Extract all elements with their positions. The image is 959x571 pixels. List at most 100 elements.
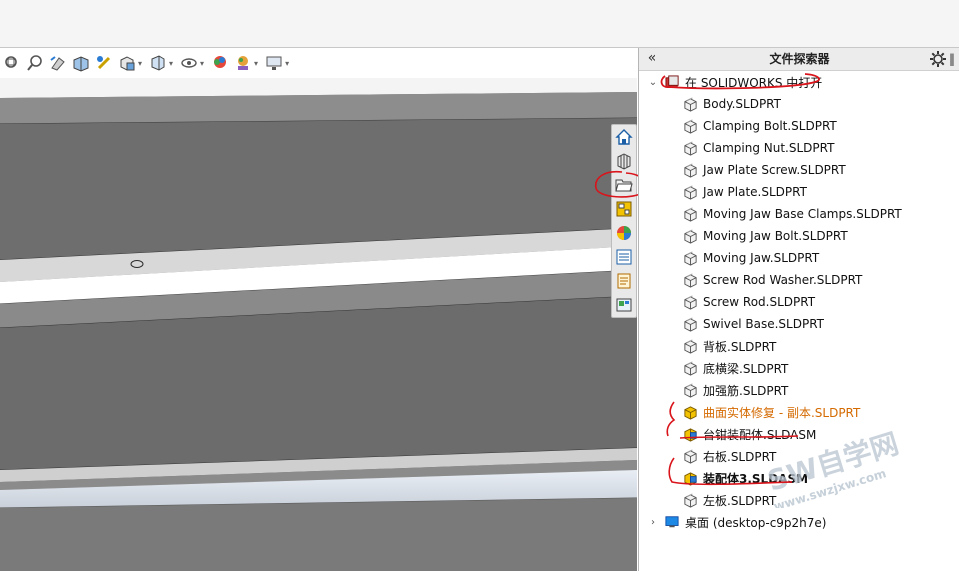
part-file-icon bbox=[681, 96, 699, 112]
chevron-down-icon[interactable]: ▾ bbox=[138, 59, 142, 68]
tree-file-label: Clamping Bolt.SLDPRT bbox=[703, 119, 837, 133]
chevron-down-icon[interactable]: ⌄ bbox=[647, 76, 659, 88]
tree-file-label: 底横梁.SLDPRT bbox=[703, 361, 789, 376]
tree-file-item[interactable]: 装配体3.SLDASM bbox=[639, 467, 959, 489]
home-icon[interactable] bbox=[613, 126, 635, 148]
tree-file-item[interactable]: 底横梁.SLDPRT bbox=[639, 357, 959, 379]
graphics-area[interactable] bbox=[0, 78, 637, 571]
tree-file-item[interactable]: Screw Rod Washer.SLDPRT bbox=[639, 269, 959, 291]
panel-header: « 文件探索器 ‖ bbox=[639, 48, 959, 71]
chevron-right-icon[interactable]: › bbox=[647, 516, 659, 528]
custom-properties-icon[interactable] bbox=[613, 246, 635, 268]
tree-file-item[interactable]: Clamping Bolt.SLDPRT bbox=[639, 115, 959, 137]
tree-file-label: Body.SLDPRT bbox=[703, 97, 781, 111]
zoom-area-icon[interactable] bbox=[26, 54, 44, 72]
tree-file-item[interactable]: 右板.SLDPRT bbox=[639, 445, 959, 467]
zoom-fit-icon[interactable] bbox=[3, 54, 21, 72]
edit-appearance-icon[interactable] bbox=[180, 54, 198, 72]
file-explorer-icon[interactable] bbox=[613, 174, 635, 196]
tree-file-label: Jaw Plate.SLDPRT bbox=[703, 185, 807, 199]
part-file-icon bbox=[681, 184, 699, 200]
part-file-icon bbox=[681, 272, 699, 288]
previous-view-icon[interactable] bbox=[49, 54, 67, 72]
tree-file-label: 台钳装配体.SLDASM bbox=[703, 427, 817, 442]
part-file-icon bbox=[681, 338, 699, 354]
ribbon-area bbox=[0, 0, 959, 48]
solidworks-resources-icon[interactable] bbox=[613, 294, 635, 316]
tree-file-item[interactable]: 背板.SLDPRT bbox=[639, 335, 959, 357]
desktop-icon bbox=[663, 514, 681, 530]
part-file-icon bbox=[681, 294, 699, 310]
tree-file-label: Swivel Base.SLDPRT bbox=[703, 317, 825, 331]
panel-title: 文件探索器 bbox=[769, 52, 830, 66]
chevron-down-icon[interactable]: ▾ bbox=[200, 59, 204, 68]
tree-desktop[interactable]: › 桌面 (desktop-c9p2h7e) bbox=[639, 511, 959, 533]
tree-root-label: 在 SOLIDWORKS 中打开 bbox=[685, 75, 823, 90]
pin-button[interactable]: ‖ bbox=[949, 50, 959, 68]
tree-file-item[interactable]: Moving Jaw Bolt.SLDPRT bbox=[639, 225, 959, 247]
tree-file-item[interactable]: Moving Jaw.SLDPRT bbox=[639, 247, 959, 269]
part-file-icon bbox=[681, 360, 699, 376]
tree-file-item[interactable]: Jaw Plate.SLDPRT bbox=[639, 181, 959, 203]
part-file-icon bbox=[681, 118, 699, 134]
tree-file-item[interactable]: Moving Jaw Base Clamps.SLDPRT bbox=[639, 203, 959, 225]
tree-file-label: 左板.SLDPRT bbox=[703, 493, 777, 508]
part-file-icon bbox=[681, 382, 699, 398]
tree-file-label: 背板.SLDPRT bbox=[703, 339, 777, 354]
part-file-icon bbox=[681, 228, 699, 244]
file-explorer-panel: « 文件探索器 ‖ ⌄ 在 SOLIDWORKS 中打开 Body.SLDPRT… bbox=[638, 48, 959, 571]
monitor-icon[interactable] bbox=[265, 54, 283, 72]
hide-show-icon[interactable] bbox=[149, 54, 167, 72]
tree-file-label: Screw Rod Washer.SLDPRT bbox=[703, 273, 863, 287]
part-file-icon bbox=[681, 250, 699, 266]
tree-file-item[interactable]: Swivel Base.SLDPRT bbox=[639, 313, 959, 335]
forum-icon[interactable] bbox=[613, 270, 635, 292]
part-file-icon bbox=[681, 206, 699, 222]
file-tree: ⌄ 在 SOLIDWORKS 中打开 Body.SLDPRT Clamping B… bbox=[639, 71, 959, 533]
assembly-file-icon bbox=[681, 470, 699, 486]
tree-root-open-in-solidworks[interactable]: ⌄ 在 SOLIDWORKS 中打开 bbox=[639, 71, 959, 93]
tree-file-item[interactable]: Screw Rod.SLDPRT bbox=[639, 291, 959, 313]
tree-file-label: 加强筋.SLDPRT bbox=[703, 383, 789, 398]
design-library-icon[interactable] bbox=[613, 150, 635, 172]
display-style-icon[interactable] bbox=[118, 54, 136, 72]
tree-file-label: Jaw Plate Screw.SLDPRT bbox=[703, 163, 846, 177]
assembly-file-icon bbox=[681, 426, 699, 442]
model-render bbox=[0, 78, 637, 571]
section-view-icon[interactable] bbox=[72, 54, 90, 72]
view-settings-icon[interactable] bbox=[234, 54, 252, 72]
part-file-icon bbox=[681, 492, 699, 508]
heads-up-view-toolbar: ▾ ▾ ▾ ▾ ▾ bbox=[0, 48, 637, 78]
chevron-down-icon[interactable]: ▾ bbox=[285, 59, 289, 68]
apply-scene-icon[interactable] bbox=[211, 54, 229, 72]
part-file-icon bbox=[681, 404, 699, 420]
tree-file-label: 装配体3.SLDASM bbox=[703, 471, 809, 486]
tree-file-item[interactable]: Clamping Nut.SLDPRT bbox=[639, 137, 959, 159]
part-file-icon bbox=[681, 140, 699, 156]
view-orientation-icon[interactable] bbox=[95, 54, 113, 72]
tree-file-item[interactable]: Jaw Plate Screw.SLDPRT bbox=[639, 159, 959, 181]
tree-file-item[interactable]: 曲面实体修复 - 副本.SLDPRT bbox=[639, 401, 959, 423]
tree-file-item[interactable]: Body.SLDPRT bbox=[639, 93, 959, 115]
gear-icon[interactable] bbox=[929, 50, 947, 68]
part-file-icon bbox=[681, 162, 699, 178]
chevron-down-icon[interactable]: ▾ bbox=[169, 59, 173, 68]
tree-file-label: Moving Jaw Base Clamps.SLDPRT bbox=[703, 207, 902, 221]
tree-file-label: Moving Jaw Bolt.SLDPRT bbox=[703, 229, 848, 243]
part-file-icon bbox=[681, 448, 699, 464]
tree-file-label: Clamping Nut.SLDPRT bbox=[703, 141, 835, 155]
tree-desktop-label: 桌面 (desktop-c9p2h7e) bbox=[685, 515, 827, 530]
task-pane-tabs bbox=[611, 124, 637, 318]
tree-file-label: Moving Jaw.SLDPRT bbox=[703, 251, 820, 265]
tree-file-item[interactable]: 左板.SLDPRT bbox=[639, 489, 959, 511]
tree-file-item[interactable]: 台钳装配体.SLDASM bbox=[639, 423, 959, 445]
appearances-icon[interactable] bbox=[613, 222, 635, 244]
solidworks-open-icon bbox=[663, 74, 681, 90]
chevron-down-icon[interactable]: ▾ bbox=[254, 59, 258, 68]
view-palette-icon[interactable] bbox=[613, 198, 635, 220]
tree-file-label: Screw Rod.SLDPRT bbox=[703, 295, 816, 309]
tree-file-label: 右板.SLDPRT bbox=[703, 449, 777, 464]
tree-file-item[interactable]: 加强筋.SLDPRT bbox=[639, 379, 959, 401]
tree-file-label: 曲面实体修复 - 副本.SLDPRT bbox=[703, 405, 861, 420]
part-file-icon bbox=[681, 316, 699, 332]
